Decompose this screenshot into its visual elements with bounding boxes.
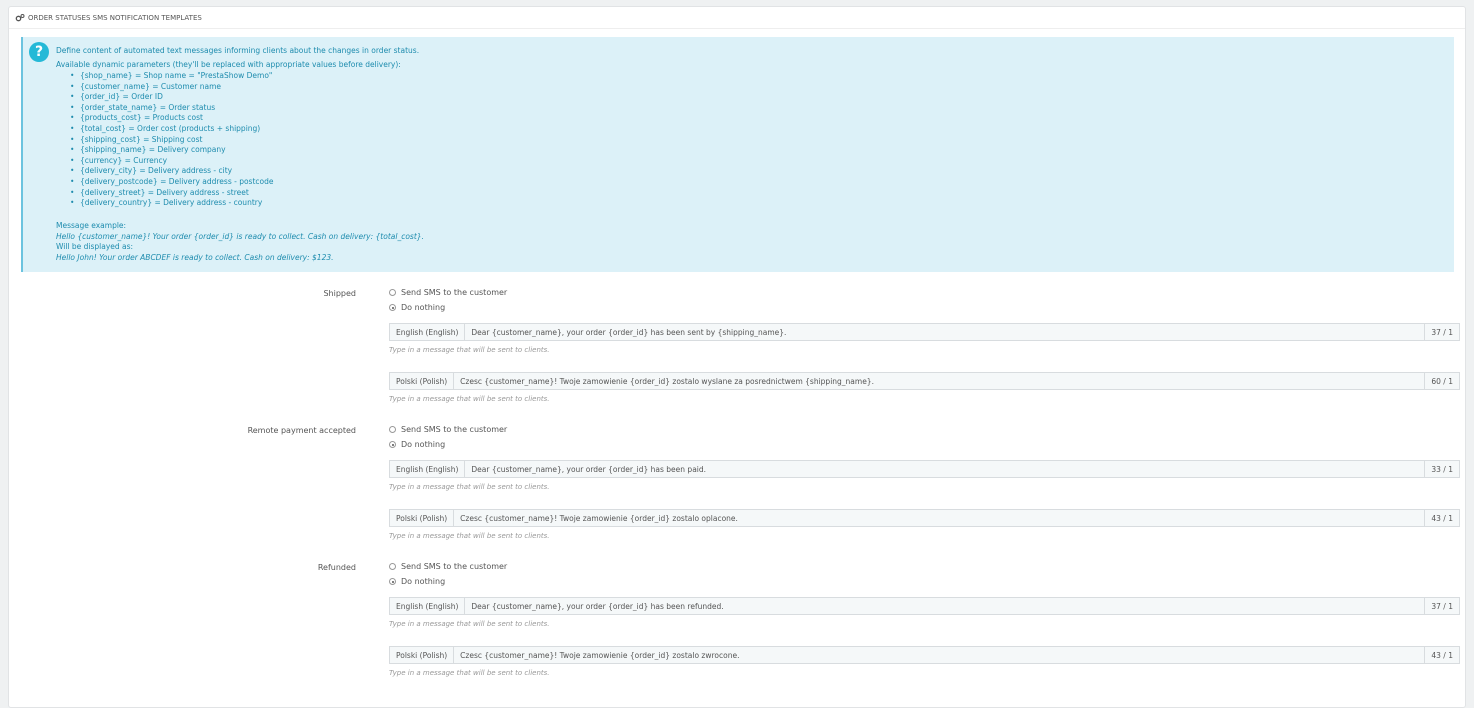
info-param: {products_cost} = Products cost — [70, 113, 203, 123]
character-counter: 37 / 1 — [1424, 598, 1459, 614]
help-text: Type in a message that will be sent to c… — [389, 669, 550, 677]
info-param: {shop_name} = Shop name = "PrestaShow De… — [70, 71, 272, 81]
do-nothing-radio[interactable]: Do nothing — [389, 440, 445, 449]
language-addon: English (English) — [390, 598, 466, 614]
info-param: {delivery_city} = Delivery address - cit… — [70, 166, 232, 176]
character-counter: 33 / 1 — [1424, 461, 1459, 477]
info-param: {delivery_postcode} = Delivery address -… — [70, 177, 273, 187]
character-counter: 60 / 1 — [1424, 373, 1459, 389]
question-icon: ? — [29, 42, 49, 62]
info-intro: Define content of automated text message… — [56, 46, 420, 55]
radio-label: Send SMS to the customer — [401, 425, 508, 434]
info-param: {order_state_name} = Order status — [70, 103, 215, 113]
info-param: {currency} = Currency — [70, 156, 167, 166]
message-input[interactable]: Czesc {customer_name}! Twoje zamowienie … — [454, 377, 1424, 386]
status-label: Remote payment accepted — [247, 426, 356, 435]
status-label: Shipped — [323, 289, 356, 298]
info-param: {shipping_name} = Delivery company — [70, 145, 226, 155]
help-text: Type in a message that will be sent to c… — [389, 395, 550, 403]
info-displayed-as: Will be displayed as: — [56, 242, 134, 251]
language-addon: Polski (Polish) — [390, 647, 455, 663]
info-param: {delivery_street} = Delivery address - s… — [70, 188, 249, 198]
info-params-title: Available dynamic parameters (they'll be… — [56, 60, 401, 69]
do-nothing-radio[interactable]: Do nothing — [389, 303, 445, 312]
sms-templates-panel: ORDER STATUSES SMS NOTIFICATION TEMPLATE… — [8, 6, 1466, 708]
info-rendered: Hello John! Your order ABCDEF is ready t… — [56, 253, 334, 262]
character-counter: 37 / 1 — [1424, 324, 1459, 340]
help-text: Type in a message that will be sent to c… — [389, 620, 550, 628]
info-param: {delivery_country} = Delivery address - … — [70, 198, 262, 208]
send-sms-radio[interactable]: Send SMS to the customer — [389, 425, 507, 434]
send-sms-radio[interactable]: Send SMS to the customer — [389, 562, 507, 571]
do-nothing-radio[interactable]: Do nothing — [389, 577, 445, 586]
language-addon: Polski (Polish) — [390, 510, 455, 526]
language-addon: Polski (Polish) — [390, 373, 455, 389]
help-text: Type in a message that will be sent to c… — [389, 483, 550, 491]
info-alert: ? Define content of automated text messa… — [21, 37, 1454, 272]
message-input[interactable]: Dear {customer_name}, your order {order_… — [465, 328, 1424, 337]
radio-circle[interactable] — [389, 578, 396, 585]
panel-heading: ORDER STATUSES SMS NOTIFICATION TEMPLATE… — [9, 7, 1465, 29]
message-input-group[interactable]: Polski (Polish) Czesc {customer_name}! Tw… — [389, 509, 1460, 527]
language-addon: English (English) — [390, 324, 466, 340]
character-counter: 43 / 1 — [1424, 510, 1459, 526]
radio-circle[interactable] — [389, 426, 396, 433]
help-text: Type in a message that will be sent to c… — [389, 346, 550, 354]
message-input[interactable]: Czesc {customer_name}! Twoje zamowienie … — [454, 651, 1424, 660]
message-input-group[interactable]: English (English) Dear {customer_name}, y… — [389, 597, 1460, 615]
radio-circle[interactable] — [389, 563, 396, 570]
radio-label: Do nothing — [401, 440, 446, 449]
info-example-title: Message example: — [56, 221, 127, 230]
message-input[interactable]: Dear {customer_name}, your order {order_… — [465, 602, 1424, 611]
radio-circle[interactable] — [389, 441, 396, 448]
radio-label: Send SMS to the customer — [401, 288, 508, 297]
radio-label: Do nothing — [401, 303, 446, 312]
send-sms-radio[interactable]: Send SMS to the customer — [389, 288, 507, 297]
language-addon: English (English) — [390, 461, 466, 477]
message-input-group[interactable]: English (English) Dear {customer_name}, y… — [389, 323, 1460, 341]
info-param: {order_id} = Order ID — [70, 92, 163, 102]
message-input-group[interactable]: Polski (Polish) Czesc {customer_name}! Tw… — [389, 372, 1460, 390]
status-label: Refunded — [317, 563, 356, 572]
radio-circle[interactable] — [389, 289, 396, 296]
radio-label: Do nothing — [401, 577, 446, 586]
radio-circle[interactable] — [389, 304, 396, 311]
info-param: {total_cost} = Order cost (products + sh… — [70, 124, 260, 134]
message-input[interactable]: Dear {customer_name}, your order {order_… — [465, 465, 1424, 474]
info-example: Hello {customer_name}! Your order {order… — [56, 232, 424, 241]
info-param: {customer_name} = Customer name — [70, 82, 221, 92]
message-input-group[interactable]: English (English) Dear {customer_name}, y… — [389, 460, 1460, 478]
radio-label: Send SMS to the customer — [401, 562, 508, 571]
panel-title: ORDER STATUSES SMS NOTIFICATION TEMPLATE… — [28, 13, 202, 22]
character-counter: 43 / 1 — [1424, 647, 1459, 663]
message-input-group[interactable]: Polski (Polish) Czesc {customer_name}! Tw… — [389, 646, 1460, 664]
gears-icon — [15, 13, 25, 21]
info-param: {shipping_cost} = Shipping cost — [70, 135, 202, 145]
message-input[interactable]: Czesc {customer_name}! Twoje zamowienie … — [454, 514, 1424, 523]
help-text: Type in a message that will be sent to c… — [389, 532, 550, 540]
